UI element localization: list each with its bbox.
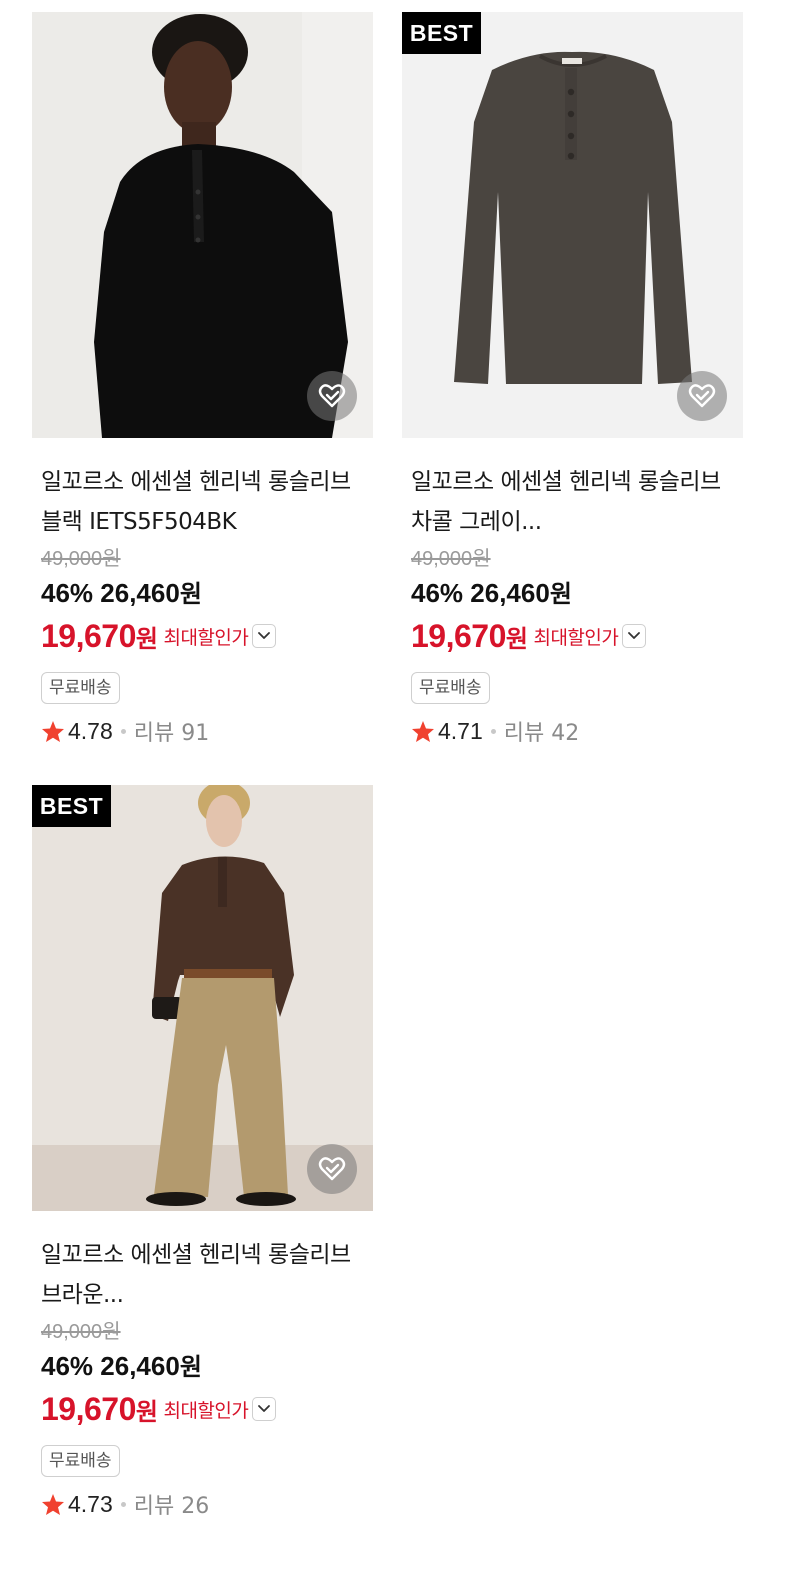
sale-price-unit: 원 <box>549 581 572 608</box>
review-count[interactable]: 리뷰 26 <box>134 1488 209 1520</box>
free-shipping-tag: 무료배송 <box>41 1445 120 1477</box>
sale-price-unit: 원 <box>179 581 202 608</box>
sale-price-line: 46% 26,460원 <box>41 576 373 612</box>
max-discount-value: 19,670 <box>41 1390 136 1427</box>
heart-check-icon <box>318 1157 346 1181</box>
rating-value: 4.73 <box>68 1490 113 1517</box>
best-badge: BEST <box>32 785 111 827</box>
product-card[interactable]: BEST 일꼬르소 에센셜 헨리넥 롱슬리브 차콜 그레이... 49,000원… <box>402 12 743 746</box>
product-card[interactable]: BEST 일꼬르소 에센셜 헨리넥 롱슬리브 브라운... 49,000원 46… <box>32 785 373 1519</box>
original-price: 49,000원 <box>411 548 491 570</box>
max-discount-value: 19,670 <box>411 617 506 654</box>
discount-rate: 46% <box>41 578 94 608</box>
max-discount-unit: 원 <box>135 625 158 653</box>
max-discount-value: 19,670 <box>41 617 136 654</box>
rating-value: 4.71 <box>438 717 483 744</box>
product-card[interactable]: 일꼬르소 에센셜 헨리넥 롱슬리브 블랙 IETS5F504BK 49,000원… <box>32 12 373 746</box>
separator-dot <box>120 728 126 734</box>
review-count[interactable]: 리뷰 91 <box>134 715 209 747</box>
free-shipping-tag: 무료배송 <box>411 672 490 704</box>
rating-value: 4.78 <box>68 717 113 744</box>
original-price: 49,000원 <box>41 548 121 570</box>
heart-check-icon <box>318 384 346 408</box>
max-discount-price: 19,670원 <box>411 617 528 655</box>
product-image[interactable] <box>32 12 373 438</box>
free-shipping-tag: 무료배송 <box>41 672 120 704</box>
max-discount-label: 최대할인가 <box>163 626 249 649</box>
sale-price: 26,460 <box>100 1351 180 1381</box>
max-discount-unit: 원 <box>135 1398 158 1426</box>
star-icon <box>42 720 64 742</box>
rating-line: 4.71 리뷰 42 <box>411 716 743 746</box>
rating-line: 4.73 리뷰 26 <box>41 1489 373 1519</box>
discount-rate: 46% <box>41 1351 94 1381</box>
max-discount-price: 19,670원 <box>41 617 158 655</box>
product-title[interactable]: 일꼬르소 에센셜 헨리넥 롱슬리브 브라운... <box>41 1235 367 1315</box>
rating-line: 4.78 리뷰 91 <box>41 716 373 746</box>
max-discount-label: 최대할인가 <box>533 626 619 649</box>
sale-price: 26,460 <box>470 578 550 608</box>
max-discount-line: 19,670원 최대할인가 <box>41 616 373 656</box>
chevron-down-icon <box>258 1405 271 1412</box>
max-discount-price: 19,670원 <box>41 1390 158 1428</box>
separator-dot <box>490 728 496 734</box>
sale-price-line: 46% 26,460원 <box>411 576 743 612</box>
review-count[interactable]: 리뷰 42 <box>504 715 579 747</box>
wishlist-button[interactable] <box>307 1144 357 1194</box>
star-icon <box>42 1493 64 1515</box>
max-discount-unit: 원 <box>505 625 528 653</box>
chevron-down-icon <box>628 632 641 639</box>
heart-check-icon <box>688 384 716 408</box>
wishlist-button[interactable] <box>307 371 357 421</box>
discount-rate: 46% <box>411 578 464 608</box>
wishlist-button[interactable] <box>677 371 727 421</box>
max-discount-label: 최대할인가 <box>163 1399 249 1422</box>
max-discount-line: 19,670원 최대할인가 <box>411 616 743 656</box>
sale-price: 26,460 <box>100 578 180 608</box>
star-icon <box>412 720 434 742</box>
product-image[interactable]: BEST <box>32 785 373 1211</box>
sale-price-unit: 원 <box>179 1354 202 1381</box>
best-badge: BEST <box>402 12 481 54</box>
sale-price-line: 46% 26,460원 <box>41 1349 373 1385</box>
max-discount-toggle[interactable] <box>622 624 647 648</box>
product-title[interactable]: 일꼬르소 에센셜 헨리넥 롱슬리브 블랙 IETS5F504BK <box>41 462 367 542</box>
product-image[interactable]: BEST <box>402 12 743 438</box>
product-title[interactable]: 일꼬르소 에센셜 헨리넥 롱슬리브 차콜 그레이... <box>411 462 737 542</box>
max-discount-toggle[interactable] <box>252 1397 277 1421</box>
chevron-down-icon <box>258 632 271 639</box>
max-discount-toggle[interactable] <box>252 624 277 648</box>
separator-dot <box>120 1501 126 1507</box>
max-discount-line: 19,670원 최대할인가 <box>41 1389 373 1429</box>
original-price: 49,000원 <box>41 1321 121 1343</box>
